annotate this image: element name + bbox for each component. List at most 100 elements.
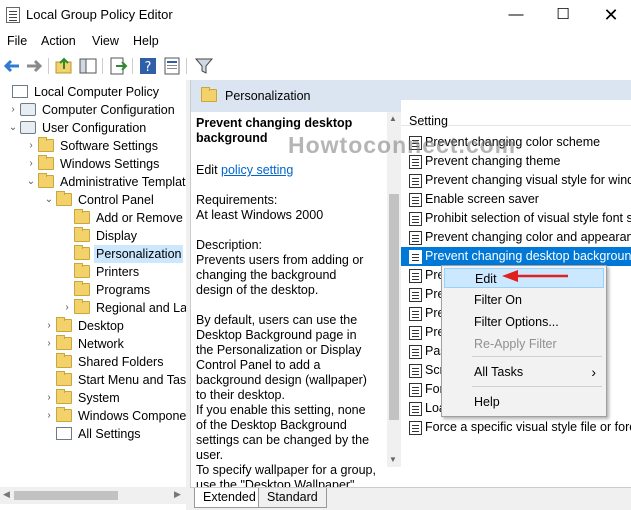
expanded-chevron-icon[interactable]: ⌄ [26,176,36,188]
policy-setting-icon [409,345,422,359]
folder-icon [38,155,54,170]
collapsed-chevron-icon[interactable]: › [44,410,54,422]
tree-item-label: Software Settings [60,139,158,153]
context-menu-item-label: Help [474,395,500,409]
settings-doc-icon [56,427,72,440]
setting-row[interactable]: Prohibit selection of visual style font … [401,209,631,228]
menu-help[interactable]: Help [133,34,159,48]
scroll-right-icon[interactable]: ▶ [174,489,181,500]
context-menu-item[interactable]: Filter On [444,290,604,310]
menu-view[interactable]: View [92,34,119,48]
toolbar-separator [186,58,187,74]
up-folder-icon[interactable] [54,56,74,76]
setting-row[interactable]: Enable screen saver [401,190,631,209]
description-p1: Prevents users from adding or changing t… [196,253,364,297]
scroll-down-icon[interactable]: ▼ [389,455,397,464]
context-menu-item[interactable]: All Tasks › [444,362,604,382]
setting-row[interactable]: Prevent changing visual style for windo [401,171,631,190]
maximize-button[interactable]: ☐ [540,0,586,30]
context-menu-item[interactable]: Filter Options... [444,312,604,332]
description-vertical-scrollbar[interactable]: ▲ ▼ [387,112,401,467]
no-expander [62,212,72,224]
folder-icon [56,317,72,332]
expanded-chevron-icon[interactable]: ⌄ [8,122,18,134]
extended-description: Prevent changing desktop background Edit… [191,112,387,487]
scrollbar-thumb[interactable] [14,491,118,500]
tree-item-label: Shared Folders [78,355,164,369]
no-expander [44,374,54,386]
requirements-label: Requirements: [196,193,278,207]
tree-item-label: Start Menu and Tasl [78,373,186,387]
policy-setting-icon [409,421,422,435]
minimize-button[interactable]: — [493,0,539,30]
navigation-tree[interactable]: Local Computer Policy › Computer Configura… [0,80,186,487]
properties-icon[interactable] [162,56,182,76]
folder-icon [74,299,90,314]
collapsed-chevron-icon[interactable]: › [8,104,18,116]
tree-item-label: Computer Configuration [42,103,175,117]
expanded-chevron-icon[interactable]: ⌄ [44,194,54,206]
setting-row-label: Enable screen saver [425,192,539,206]
close-button[interactable]: ✕ [588,0,631,30]
menu-action[interactable]: Action [41,34,76,48]
category-title: Personalization [225,89,311,103]
description-p4: To specify wallpaper for a group, use th… [196,463,376,487]
watermark-text: Howtoconnect.com [288,132,517,158]
collapsed-chevron-icon[interactable]: › [26,158,36,170]
policy-setting-icon [409,231,422,245]
scroll-left-icon[interactable]: ◀ [3,489,10,500]
context-menu-item-label: Re-Apply Filter [474,337,557,351]
help-icon[interactable]: ? [138,56,158,76]
menu-separator [472,386,602,387]
folder-icon [38,173,54,188]
description-label: Description: [196,238,262,252]
menu-file[interactable]: File [7,34,27,48]
back-arrow-icon[interactable] [2,56,22,76]
no-expander [44,356,54,368]
folder-icon [56,407,72,422]
folder-icon [74,227,90,242]
tree-item-label: User Configuration [42,121,147,135]
tab-extended[interactable]: Extended [194,488,265,508]
filter-icon[interactable] [194,56,214,76]
window-title: Local Group Policy Editor [26,7,173,22]
policy-setting-icon [409,212,422,226]
policy-setting-icon [409,383,422,397]
policy-setting-icon [409,402,422,416]
collapsed-chevron-icon[interactable]: › [26,140,36,152]
tab-standard[interactable]: Standard [258,488,327,508]
setting-row[interactable]: Prevent changing desktop background [401,247,631,266]
app-icon [6,7,20,23]
collapsed-chevron-icon[interactable]: › [62,302,72,314]
context-menu-item-label: All Tasks [474,365,524,379]
setting-row-label: Prevent changing desktop background [425,249,631,263]
export-list-icon[interactable] [108,56,128,76]
show-hide-tree-icon[interactable] [78,56,98,76]
setting-row[interactable]: Force a specific visual style file or fo… [401,418,631,437]
forward-arrow-icon[interactable] [24,56,44,76]
tree-item-label: All Settings [78,427,141,441]
tree-item-label: Printers [96,265,140,279]
tree-horizontal-scrollbar[interactable]: ◀ ▶ [0,487,186,504]
column-header-label: Setting [409,114,448,128]
setting-row[interactable]: Prevent changing color and appearance [401,228,631,247]
setting-column-header[interactable]: Setting [401,100,631,128]
scroll-up-icon[interactable]: ▲ [389,114,397,123]
collapsed-chevron-icon[interactable]: › [44,392,54,404]
edit-policy-link[interactable]: policy setting [221,163,293,177]
context-menu-item[interactable]: Help [444,392,604,412]
menu-separator [472,356,602,357]
tree-item-label: Desktop [78,319,124,333]
folder-icon [74,209,90,224]
tree-item-label: Windows Settings [60,157,160,171]
collapsed-chevron-icon[interactable]: › [44,338,54,350]
tree-item-label: Windows Compone [78,409,186,423]
scrollbar-thumb[interactable] [389,194,399,420]
toolbar: ? [0,53,631,79]
folder-icon [38,137,54,152]
collapsed-chevron-icon[interactable]: › [44,320,54,332]
folder-icon [201,87,217,102]
folder-icon [56,353,72,368]
description-p3: If you enable this setting, none of the … [196,403,370,462]
tree-item-label: Control Panel [78,193,154,207]
